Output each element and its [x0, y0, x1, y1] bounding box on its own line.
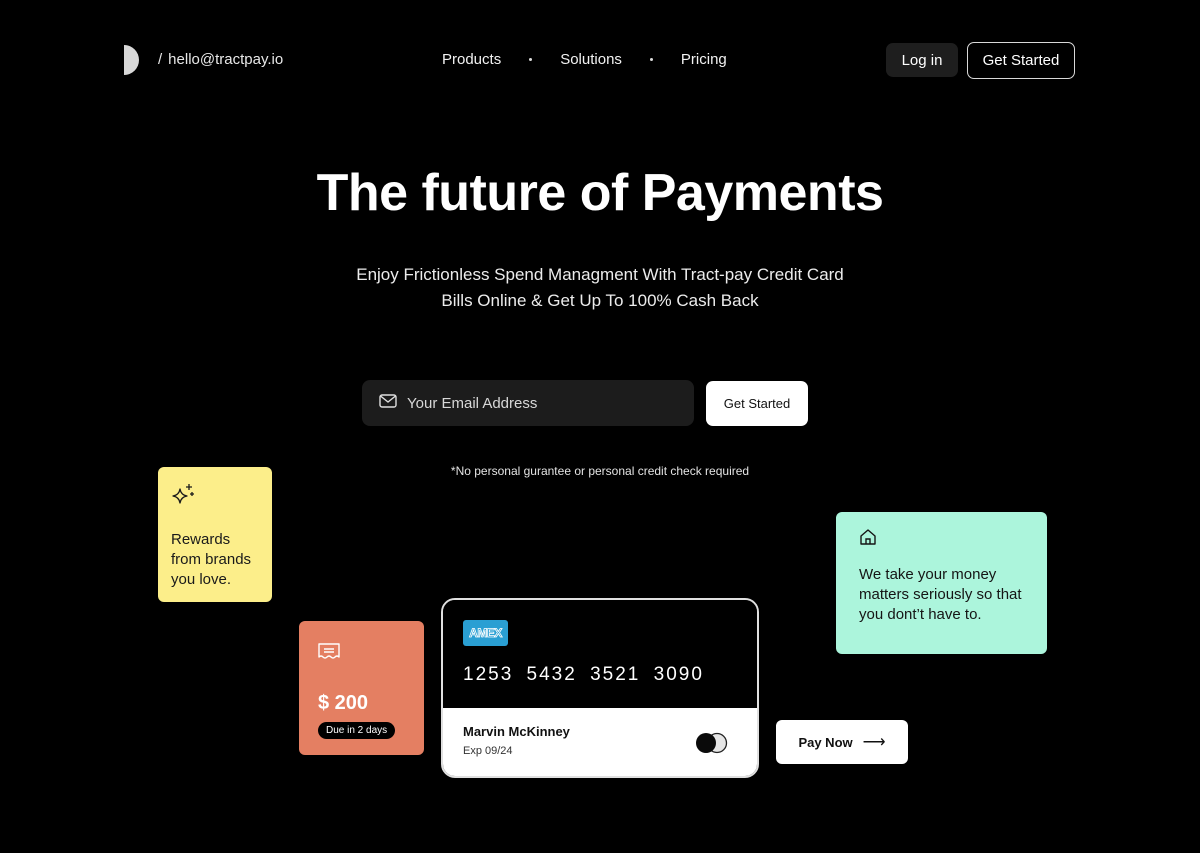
sparkles-icon [171, 484, 197, 511]
hero-subtitle-line2: Bills Online & Get Up To 100% Cash Back [441, 291, 759, 310]
hero-get-started-button[interactable]: Get Started [706, 381, 808, 426]
card-network-icon [695, 732, 729, 759]
trust-card: We take your money matters seriously so … [836, 512, 1047, 654]
receipt-icon [318, 643, 340, 665]
bill-card: $ 200 Due in 2 days [299, 621, 424, 755]
rewards-text: Rewards from brands you love. [171, 531, 252, 588]
rewards-card: Rewards from brands you love. [158, 467, 272, 602]
pay-now-label: Pay Now [798, 734, 853, 750]
logo[interactable] [124, 45, 140, 75]
credit-card-bottom: Marvin McKinney Exp 09/24 [443, 708, 757, 776]
bill-amount: $ 200 [318, 692, 369, 714]
hero-subtitle: Enjoy Frictionless Spend Managment With … [0, 262, 1200, 314]
nav-link-solutions[interactable]: Solutions [560, 51, 622, 68]
email-link[interactable]: hello@tractpay.io [168, 51, 283, 68]
credit-card-top: AMEX 1253 5432 3521 3090 [443, 600, 757, 708]
hero-subtitle-line1: Enjoy Frictionless Spend Managment With … [356, 265, 844, 284]
separator-slash: / [158, 51, 163, 68]
email-input[interactable] [407, 394, 667, 412]
email-field-wrapper[interactable] [362, 380, 694, 426]
mail-icon [379, 393, 407, 413]
nav-dot-separator [529, 58, 533, 61]
card-number: 1253 5432 3521 3090 [463, 664, 704, 685]
arrow-right-icon: ⟶ [862, 734, 886, 751]
trust-text: We take your money matters seriously so … [859, 566, 1022, 623]
main-nav: Products Solutions Pricing [442, 51, 727, 68]
credit-card: AMEX 1253 5432 3521 3090 Marvin McKinney… [441, 598, 759, 778]
login-button[interactable]: Log in [886, 43, 958, 77]
nav-dot-separator [649, 58, 653, 61]
home-icon [859, 529, 877, 550]
nav-get-started-button[interactable]: Get Started [967, 42, 1075, 79]
nav-link-products[interactable]: Products [442, 51, 501, 68]
amex-logo: AMEX [463, 620, 508, 646]
contact-email[interactable]: / hello@tractpay.io [158, 51, 283, 68]
nav-link-pricing[interactable]: Pricing [681, 51, 727, 68]
pay-now-button[interactable]: Pay Now ⟶ [776, 720, 908, 764]
hero-title: The future of Payments [316, 164, 884, 222]
due-badge: Due in 2 days [318, 722, 396, 739]
